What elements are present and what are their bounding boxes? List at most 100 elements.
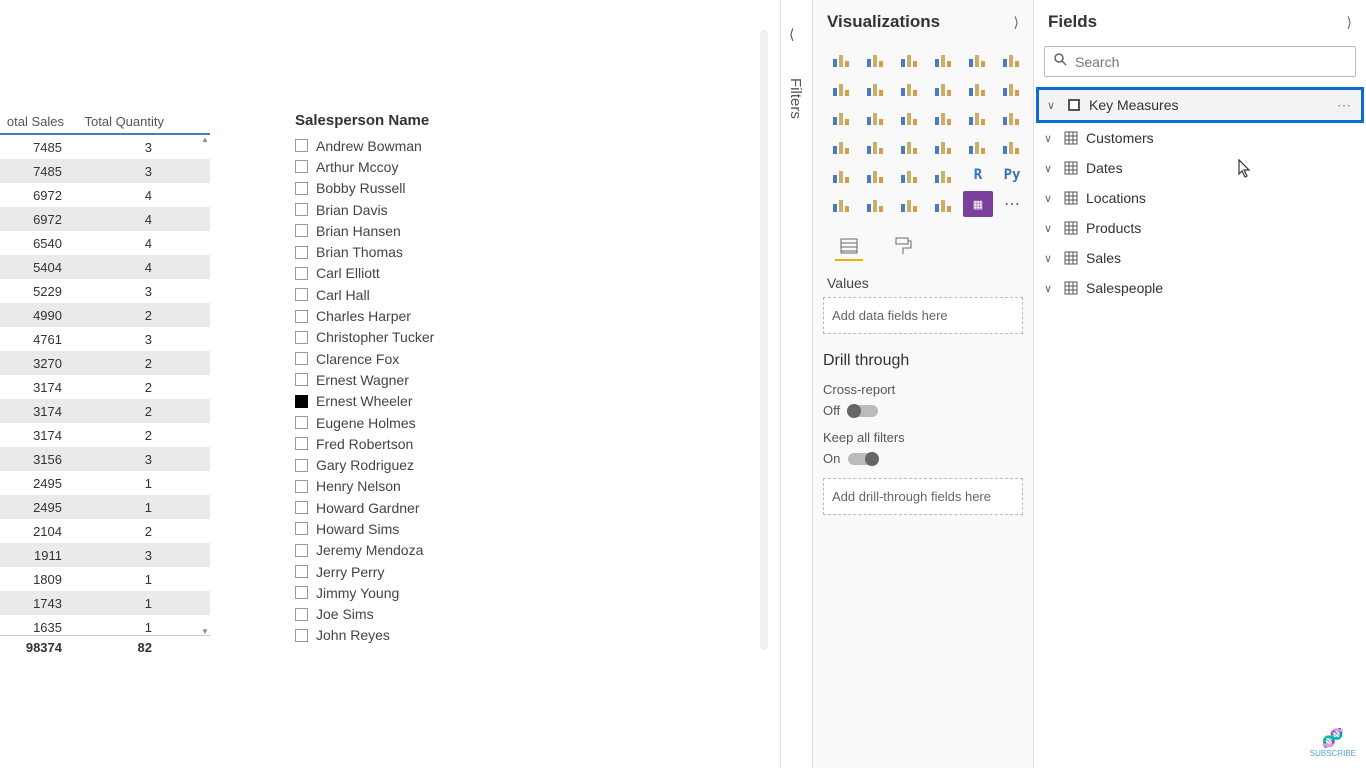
slicer-item[interactable]: Bobby Russell (295, 178, 555, 199)
py-viz-icon[interactable]: Py (997, 162, 1027, 188)
table-row[interactable]: 69724 (0, 183, 210, 207)
checkbox-icon[interactable] (295, 182, 308, 195)
table-row[interactable]: 31563 (0, 447, 210, 471)
filled-map-viz-icon[interactable] (861, 133, 891, 159)
collapse-viz-icon[interactable]: ⟩ (1014, 14, 1019, 31)
slicer-item[interactable]: Brian Davis (295, 199, 555, 220)
kpi-viz-icon[interactable] (827, 162, 857, 188)
chevron-down-icon[interactable]: ∨ (1044, 132, 1060, 145)
checkbox-icon[interactable] (295, 139, 308, 152)
gauge-viz-icon[interactable] (929, 133, 959, 159)
table-row[interactable]: 17431 (0, 591, 210, 615)
table-row[interactable]: 16351 (0, 615, 210, 635)
chevron-down-icon[interactable]: ∨ (1047, 99, 1063, 112)
ribbon-viz-icon[interactable] (997, 75, 1027, 101)
line-column-viz-icon[interactable] (929, 75, 959, 101)
table-row[interactable]: 31742 (0, 375, 210, 399)
table-row[interactable]: 24951 (0, 471, 210, 495)
field-table-customers[interactable]: ∨Customers (1034, 123, 1366, 153)
more-icon[interactable]: ⋯ (1337, 97, 1351, 114)
map-viz-icon[interactable] (827, 133, 857, 159)
slicer-item[interactable]: Clarence Fox (295, 348, 555, 369)
slicer-item[interactable]: Brian Hansen (295, 220, 555, 241)
matrix-viz-icon[interactable] (929, 162, 959, 188)
table-row[interactable]: 24951 (0, 495, 210, 519)
paginated-viz-icon[interactable]: ▦ (963, 191, 993, 217)
checkbox-icon[interactable] (295, 160, 308, 173)
checkbox-icon[interactable] (295, 501, 308, 514)
table-row[interactable]: 47613 (0, 327, 210, 351)
checkbox-icon[interactable] (295, 246, 308, 259)
slicer-item[interactable]: Howard Gardner (295, 497, 555, 518)
slicer-item[interactable]: Charles Harper (295, 305, 555, 326)
table-row[interactable]: 19113 (0, 543, 210, 567)
table-row[interactable]: 31742 (0, 399, 210, 423)
checkbox-icon[interactable] (295, 459, 308, 472)
chevron-down-icon[interactable]: ∨ (1044, 282, 1060, 295)
checkbox-icon[interactable] (295, 288, 308, 301)
100-stacked-viz-icon[interactable] (997, 46, 1027, 72)
field-table-salespeople[interactable]: ∨Salespeople (1034, 273, 1366, 303)
field-table-locations[interactable]: ∨Locations (1034, 183, 1366, 213)
treemap-viz-icon[interactable] (997, 104, 1027, 130)
chevron-down-icon[interactable]: ∨ (1044, 252, 1060, 265)
table-row[interactable]: 32702 (0, 351, 210, 375)
checkbox-icon[interactable] (295, 310, 308, 323)
slicer-item[interactable]: Arthur Mccoy (295, 156, 555, 177)
format-tab[interactable] (889, 233, 917, 261)
line-viz-icon[interactable] (827, 75, 857, 101)
col-header-qty[interactable]: Total Quantity (70, 110, 170, 133)
field-table-products[interactable]: ∨Products (1034, 213, 1366, 243)
fields-tab[interactable] (835, 233, 863, 261)
field-table-key-measures[interactable]: ∨Key Measures⋯ (1036, 87, 1364, 123)
slicer-item[interactable]: Jimmy Young (295, 582, 555, 603)
checkbox-icon[interactable] (295, 373, 308, 386)
donut-viz-icon[interactable] (963, 104, 993, 130)
table-row[interactable]: 74853 (0, 135, 210, 159)
table-row[interactable]: 18091 (0, 567, 210, 591)
multi-card-viz-icon[interactable] (997, 133, 1027, 159)
keep-filters-toggle[interactable]: On (823, 451, 1023, 466)
funnel-viz-icon[interactable] (861, 104, 891, 130)
checkbox-icon[interactable] (295, 416, 308, 429)
slicer-item[interactable]: Jerry Perry (295, 561, 555, 582)
qa-viz-icon[interactable] (895, 191, 925, 217)
drill-through-drop-zone[interactable]: Add drill-through fields here (823, 478, 1023, 515)
table-row[interactable]: 65404 (0, 231, 210, 255)
slicer-item[interactable]: Jeremy Mendoza (295, 540, 555, 561)
clustered-bar-viz-icon[interactable] (861, 46, 891, 72)
stacked-bar-h-viz-icon[interactable] (895, 46, 925, 72)
slicer-item[interactable]: Brian Thomas (295, 241, 555, 262)
slicer-item[interactable]: Carl Hall (295, 284, 555, 305)
collapse-fields-icon[interactable]: ⟩ (1347, 14, 1352, 31)
scatter-viz-icon[interactable] (895, 104, 925, 130)
col-header-sales[interactable]: otal Sales (0, 110, 70, 133)
checkbox-icon[interactable] (295, 331, 308, 344)
checkbox-icon[interactable] (295, 352, 308, 365)
table-row[interactable]: 31742 (0, 423, 210, 447)
values-drop-zone[interactable]: Add data fields here (823, 297, 1023, 334)
checkbox-icon[interactable] (295, 629, 308, 642)
slicer-item[interactable]: Eugene Holmes (295, 412, 555, 433)
checkbox-icon[interactable] (295, 586, 308, 599)
checkbox-icon[interactable] (295, 224, 308, 237)
table-row[interactable]: 21042 (0, 519, 210, 543)
slicer-item[interactable]: Christopher Tucker (295, 327, 555, 348)
checkbox-icon[interactable] (295, 267, 308, 280)
slicer-item[interactable]: Andrew Bowman (295, 135, 555, 156)
canvas-scrollbar[interactable] (760, 30, 768, 650)
chevron-down-icon[interactable]: ∨ (1044, 192, 1060, 205)
slicer-item[interactable]: Joe Sims (295, 604, 555, 625)
checkbox-icon[interactable] (295, 544, 308, 557)
checkbox-icon[interactable] (295, 608, 308, 621)
decomposition-viz-icon[interactable] (861, 191, 891, 217)
table-row[interactable]: 49902 (0, 303, 210, 327)
table-visual[interactable]: otal Sales Total Quantity 74853748536972… (0, 110, 210, 655)
card-viz-icon[interactable] (963, 133, 993, 159)
field-table-sales[interactable]: ∨Sales (1034, 243, 1366, 273)
area-viz-icon[interactable] (861, 75, 891, 101)
chevron-down-icon[interactable]: ∨ (1044, 162, 1060, 175)
more-viz-icon[interactable]: ⋯ (997, 191, 1027, 217)
slicer-visual[interactable]: Salesperson Name Andrew BowmanArthur Mcc… (295, 112, 555, 646)
slicer-viz-icon[interactable] (861, 162, 891, 188)
